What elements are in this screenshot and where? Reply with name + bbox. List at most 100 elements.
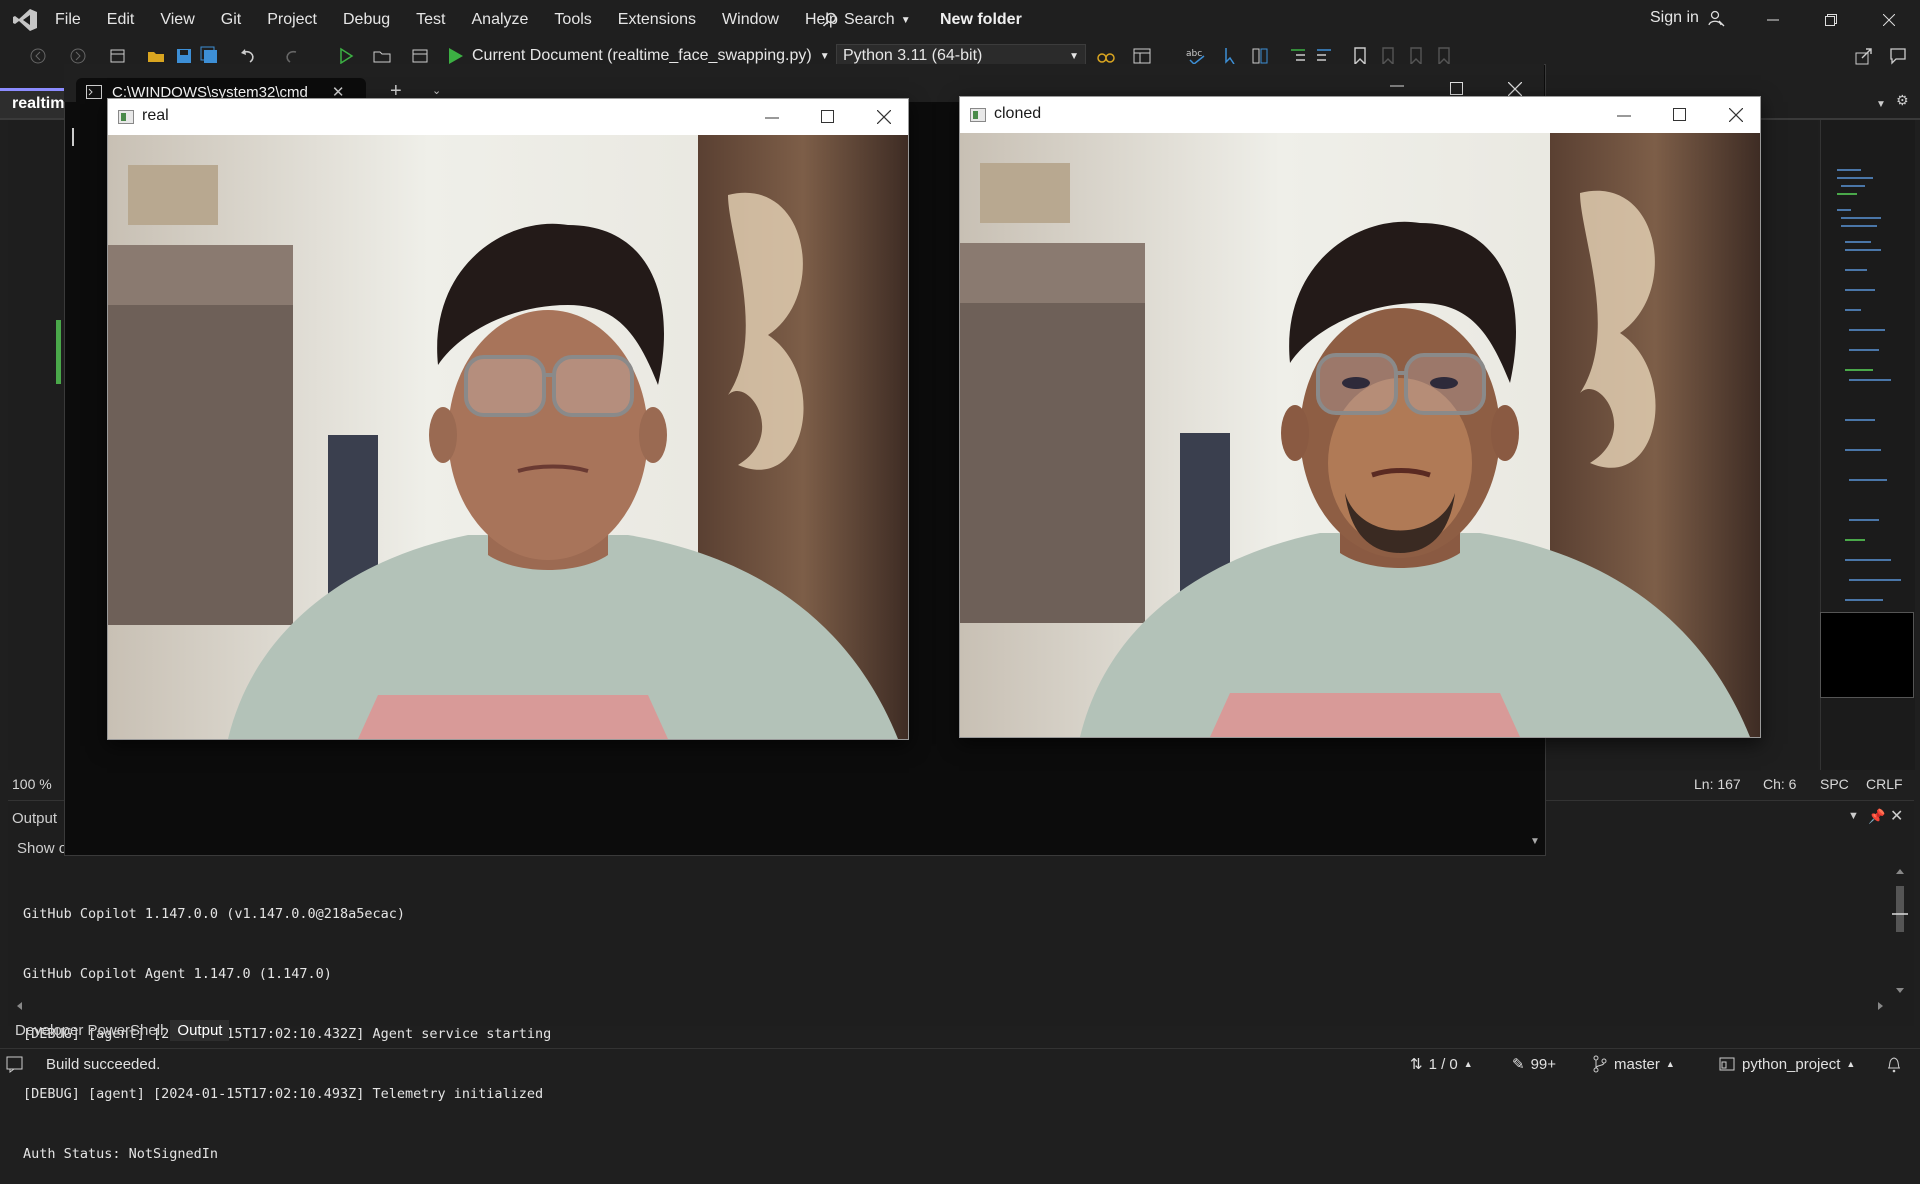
- pending-changes[interactable]: ✎ 99+: [1512, 1055, 1556, 1074]
- terminal-icon: [86, 85, 102, 99]
- line-ending[interactable]: CRLF: [1866, 776, 1903, 792]
- forward-icon[interactable]: [68, 46, 88, 66]
- cloned-minimize-button[interactable]: [1596, 97, 1652, 133]
- menu-view[interactable]: View: [147, 11, 207, 29]
- cloned-window-titlebar[interactable]: cloned: [960, 97, 1760, 133]
- project-name: python_project: [1742, 1055, 1841, 1073]
- real-minimize-button[interactable]: [744, 99, 800, 135]
- open-file-icon[interactable]: [372, 46, 392, 66]
- solution-icon[interactable]: [410, 46, 430, 66]
- char-number[interactable]: Ch: 6: [1763, 776, 1796, 792]
- menu-git[interactable]: Git: [208, 11, 254, 29]
- next-bookmark-icon[interactable]: [1406, 46, 1426, 66]
- build-status[interactable]: Build succeeded.: [6, 1055, 160, 1073]
- menu-project[interactable]: Project: [254, 11, 330, 29]
- chevron-up-icon: ▲: [1846, 1059, 1856, 1069]
- cloned-close-button[interactable]: [1708, 97, 1760, 133]
- restore-button[interactable]: [1802, 0, 1860, 40]
- git-branch[interactable]: master ▲: [1592, 1055, 1675, 1073]
- bottom-panel-tabs: Developer PowerShell Output: [8, 1018, 230, 1042]
- search-icon: [822, 12, 838, 28]
- scroll-down-icon[interactable]: ▼: [1530, 836, 1540, 847]
- gear-icon[interactable]: ⚙: [1896, 92, 1909, 110]
- start-without-debugging-icon[interactable]: [336, 46, 356, 66]
- menu-window[interactable]: Window: [709, 11, 792, 29]
- menu-extensions[interactable]: Extensions: [605, 11, 709, 29]
- play-icon: [448, 47, 464, 65]
- save-icon[interactable]: [174, 46, 194, 66]
- menu-test[interactable]: Test: [403, 11, 458, 29]
- cursor-select-icon[interactable]: [1222, 46, 1242, 66]
- binoculars-icon[interactable]: [1096, 46, 1116, 66]
- panel-options-icon[interactable]: ▼: [1848, 810, 1859, 822]
- app-icon: [970, 108, 986, 122]
- project-selector[interactable]: python_project ▲: [1718, 1055, 1855, 1073]
- sync-count: 1 / 0: [1428, 1055, 1458, 1073]
- menu-analyze[interactable]: Analyze: [459, 11, 542, 29]
- cloned-window-title: cloned: [994, 105, 1042, 122]
- search-label: Search: [844, 11, 895, 28]
- run-target-label: Current Document (realtime_face_swapping…: [472, 47, 812, 64]
- minimap-viewport[interactable]: [1820, 612, 1914, 698]
- line-number[interactable]: Ln: 167: [1694, 776, 1741, 792]
- sign-in-button[interactable]: Sign in: [1650, 9, 1725, 27]
- pencil-icon: ✎: [1512, 1056, 1525, 1073]
- chevron-down-icon: ▼: [1069, 50, 1079, 62]
- menu-tools[interactable]: Tools: [541, 11, 604, 29]
- menu-items: File Edit View Git Project Debug Test An…: [42, 0, 851, 40]
- redo-icon[interactable]: [282, 46, 302, 66]
- minimize-button[interactable]: [1744, 0, 1802, 40]
- real-window-titlebar[interactable]: real: [108, 99, 908, 135]
- real-close-button[interactable]: [856, 99, 908, 135]
- account-icon: [1707, 9, 1725, 27]
- feedback-icon[interactable]: [1888, 46, 1908, 66]
- app-icon: [118, 110, 134, 124]
- real-window[interactable]: real: [107, 98, 909, 740]
- cloned-maximize-button[interactable]: [1652, 97, 1708, 133]
- close-button[interactable]: [1860, 0, 1918, 40]
- menu-debug[interactable]: Debug: [330, 11, 403, 29]
- open-folder-icon[interactable]: [146, 46, 166, 66]
- output-horizontal-scrollbar[interactable]: [12, 998, 1892, 1014]
- show-output-from-label: Show o: [17, 840, 68, 857]
- back-icon[interactable]: [28, 46, 48, 66]
- message-icon: [6, 1055, 24, 1073]
- whitespace-mode[interactable]: SPC: [1820, 776, 1849, 792]
- git-sync-status[interactable]: ⇅ 1 / 0 ▲: [1410, 1055, 1473, 1074]
- tab-output[interactable]: Output: [170, 1019, 230, 1041]
- prev-bookmark-icon[interactable]: [1378, 46, 1398, 66]
- zoom-level[interactable]: 100 %: [12, 776, 52, 792]
- share-icon[interactable]: [1854, 46, 1874, 66]
- spell-check-icon[interactable]: abc: [1186, 46, 1206, 66]
- tab-dropdown-icon[interactable]: ⌄: [432, 84, 441, 97]
- pin-icon[interactable]: 📌: [1868, 808, 1885, 825]
- undo-icon[interactable]: [238, 46, 258, 66]
- menu-file[interactable]: File: [42, 11, 94, 29]
- cmd-close-button[interactable]: [1508, 82, 1522, 96]
- layout-icon[interactable]: [1132, 46, 1152, 66]
- indent-icon[interactable]: [1288, 46, 1308, 66]
- tab-list-dropdown-icon[interactable]: ▼: [1876, 94, 1886, 112]
- branch-icon: [1592, 1055, 1608, 1073]
- real-webcam-frame: [108, 135, 908, 739]
- output-vertical-scrollbar[interactable]: [1892, 866, 1908, 998]
- cloned-window[interactable]: cloned: [959, 96, 1761, 738]
- visual-studio-logo-icon: [12, 8, 38, 32]
- menu-edit[interactable]: Edit: [94, 11, 148, 29]
- bookmark-icon[interactable]: [1350, 46, 1370, 66]
- sign-in-label: Sign in: [1650, 9, 1699, 26]
- real-maximize-button[interactable]: [800, 99, 856, 135]
- tab-developer-powershell[interactable]: Developer PowerShell: [8, 1020, 170, 1041]
- cmd-minimize-button[interactable]: [1390, 78, 1404, 92]
- output-line: [DEBUG] [agent] [2024-01-15T17:02:10.493…: [23, 1086, 544, 1102]
- save-all-icon[interactable]: [200, 46, 220, 66]
- clear-bookmarks-icon[interactable]: [1434, 46, 1454, 66]
- compare-icon[interactable]: [1250, 46, 1270, 66]
- new-project-icon[interactable]: [108, 46, 128, 66]
- notifications-bell-icon[interactable]: [1886, 1055, 1902, 1073]
- cmd-maximize-button[interactable]: [1450, 82, 1464, 96]
- close-panel-icon[interactable]: ✕: [1890, 806, 1903, 826]
- search-button[interactable]: Search ▼: [822, 8, 911, 32]
- outdent-icon[interactable]: [1314, 46, 1334, 66]
- real-window-title: real: [142, 107, 169, 124]
